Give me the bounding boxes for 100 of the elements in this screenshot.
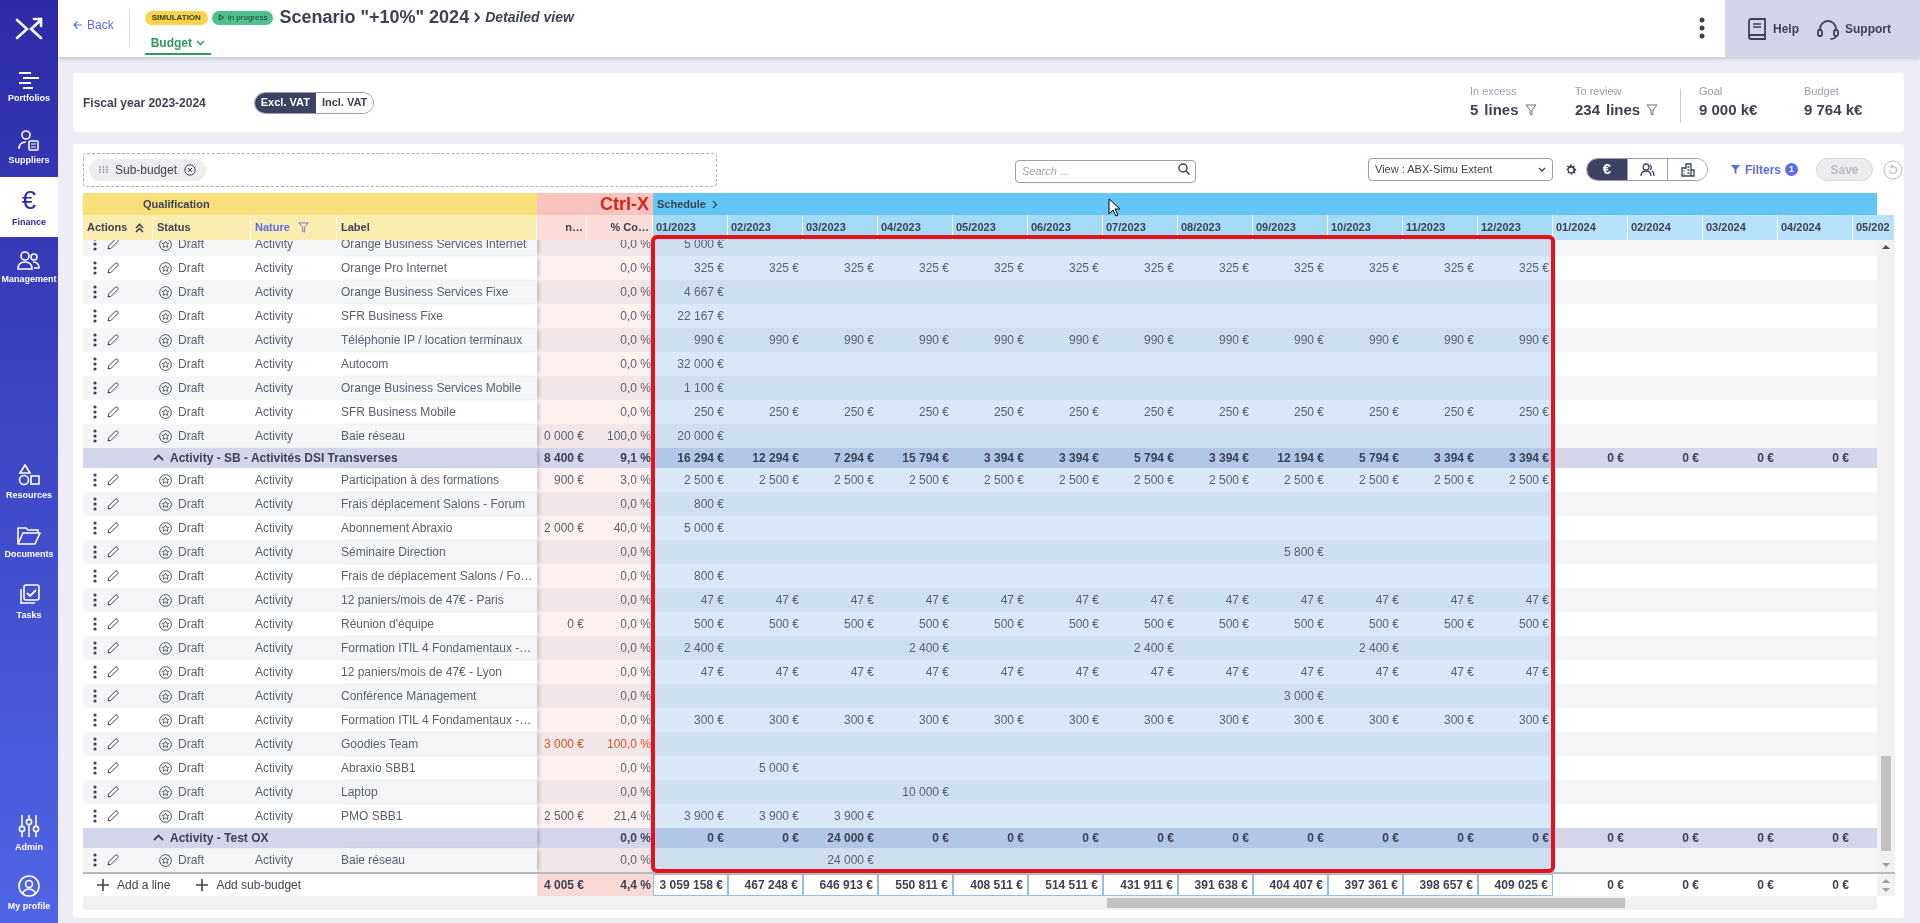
help-button[interactable]: Help [1747, 17, 1799, 40]
sidebar-item[interactable]: Tasks [0, 572, 58, 632]
view-dropdown[interactable]: View : ABX-Simu Extent [1368, 158, 1553, 181]
pencil-icon[interactable] [107, 546, 119, 558]
settings-icon[interactable] [1564, 162, 1578, 177]
pencil-icon[interactable] [107, 522, 119, 534]
more-options-icon[interactable] [93, 689, 97, 703]
pencil-icon[interactable] [107, 854, 119, 866]
more-options-icon[interactable] [93, 593, 97, 607]
scrollbar-thumb[interactable] [1881, 756, 1891, 851]
column-header[interactable]: Actions [83, 215, 153, 240]
search-field[interactable]: Search ... [1015, 159, 1196, 183]
more-options-icon[interactable] [93, 405, 97, 419]
more-options-icon[interactable] [93, 473, 97, 487]
more-options-icon[interactable] [1699, 17, 1705, 39]
more-options-icon[interactable] [93, 641, 97, 655]
filters-button[interactable]: Filters 1 [1730, 160, 1798, 179]
pencil-icon[interactable] [107, 714, 119, 726]
more-options-icon[interactable] [93, 333, 97, 347]
column-header[interactable]: Status [153, 215, 251, 240]
pencil-icon[interactable] [107, 618, 119, 630]
budget-tab[interactable]: Budget [144, 33, 211, 55]
month-header[interactable]: 02/2024 [1628, 215, 1703, 240]
sidebar-item[interactable]: Admin [0, 803, 58, 863]
more-options-icon[interactable] [93, 853, 97, 867]
more-options-icon[interactable] [93, 261, 97, 275]
sidebar-item[interactable]: My profile [0, 863, 58, 923]
more-options-icon[interactable] [93, 240, 97, 251]
more-options-icon[interactable] [93, 569, 97, 583]
pencil-icon[interactable] [107, 358, 119, 370]
more-options-icon[interactable] [93, 429, 97, 443]
pencil-icon[interactable] [107, 762, 119, 774]
month-header[interactable]: 04/2024 [1778, 215, 1853, 240]
app-logo[interactable] [14, 15, 44, 42]
group-row-label[interactable]: Activity - Test OX [153, 828, 537, 848]
month-header[interactable]: 01/2024 [1553, 215, 1628, 240]
pencil-icon[interactable] [107, 594, 119, 606]
sidebar-item[interactable]: Portfolios [0, 57, 58, 117]
pencil-icon[interactable] [107, 570, 119, 582]
vertical-scrollbar[interactable] [1877, 240, 1895, 872]
more-options-icon[interactable] [93, 521, 97, 535]
support-button[interactable]: Support [1817, 17, 1891, 40]
filter-icon[interactable] [297, 222, 309, 233]
filter-icon[interactable] [1524, 104, 1537, 117]
sidebar-item[interactable]: € Finance [0, 177, 58, 237]
sidebar-item[interactable]: Management [0, 237, 58, 297]
horizontal-scrollbar[interactable] [83, 896, 537, 910]
pencil-icon[interactable] [107, 382, 119, 394]
add-sub-budget-button[interactable]: Add sub-budget [196, 876, 302, 894]
sidebar-item[interactable]: Documents [0, 512, 58, 572]
more-options-icon[interactable] [93, 713, 97, 727]
remove-icon[interactable] [184, 163, 197, 176]
back-link[interactable]: Back [73, 16, 114, 34]
display-mode-option[interactable] [1667, 159, 1707, 180]
collapse-all-icon[interactable] [135, 222, 145, 233]
more-options-icon[interactable] [93, 381, 97, 395]
caret-up-icon[interactable] [153, 454, 164, 462]
display-mode-option[interactable]: € [1587, 159, 1627, 180]
pencil-icon[interactable] [107, 262, 119, 274]
more-options-icon[interactable] [93, 357, 97, 371]
pencil-icon[interactable] [107, 240, 119, 250]
column-header[interactable]: Nature [251, 215, 337, 240]
add-line-button[interactable]: Add a line [97, 876, 171, 894]
more-options-icon[interactable] [93, 285, 97, 299]
more-options-icon[interactable] [93, 737, 97, 751]
more-options-icon[interactable] [93, 761, 97, 775]
pencil-icon[interactable] [107, 286, 119, 298]
scrollbar-thumb[interactable] [1107, 898, 1625, 908]
filter-icon[interactable] [1646, 104, 1659, 117]
more-options-icon[interactable] [93, 665, 97, 679]
pencil-icon[interactable] [107, 690, 119, 702]
caret-up-icon[interactable] [153, 834, 164, 842]
sub-budget-chip[interactable]: Sub-budget [89, 158, 207, 181]
column-header[interactable]: Label [337, 215, 537, 240]
group-row-label[interactable]: Activity - SB - Activités DSI Transverses [153, 448, 537, 468]
pencil-icon[interactable] [107, 786, 119, 798]
pencil-icon[interactable] [107, 666, 119, 678]
sidebar-item[interactable]: Resources [0, 452, 58, 512]
pencil-icon[interactable] [107, 810, 119, 822]
pencil-icon[interactable] [107, 738, 119, 750]
column-header[interactable]: % Co… [587, 215, 653, 240]
more-options-icon[interactable] [93, 309, 97, 323]
pencil-icon[interactable] [107, 498, 119, 510]
vat-option[interactable]: Excl. VAT [254, 92, 316, 113]
sidebar-item[interactable]: Suppliers [0, 117, 58, 177]
more-options-icon[interactable] [93, 545, 97, 559]
pencil-icon[interactable] [107, 474, 119, 486]
pencil-icon[interactable] [107, 430, 119, 442]
month-header[interactable]: 03/2024 [1703, 215, 1778, 240]
pencil-icon[interactable] [107, 642, 119, 654]
pencil-icon[interactable] [107, 310, 119, 322]
more-options-icon[interactable] [93, 617, 97, 631]
month-header[interactable]: 05/202 [1853, 215, 1895, 240]
pencil-icon[interactable] [107, 406, 119, 418]
more-options-icon[interactable] [93, 809, 97, 823]
horizontal-scrollbar[interactable] [537, 896, 1877, 910]
more-options-icon[interactable] [93, 785, 97, 799]
chevron-right-icon[interactable] [711, 199, 718, 209]
pencil-icon[interactable] [107, 334, 119, 346]
search-icon[interactable] [1178, 163, 1190, 175]
